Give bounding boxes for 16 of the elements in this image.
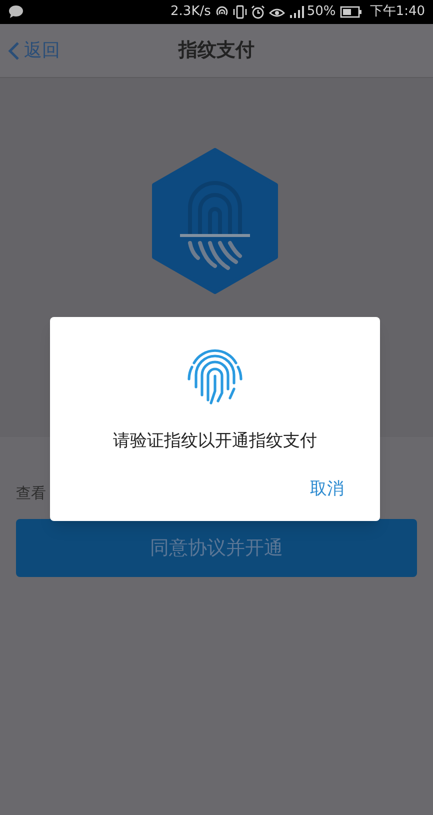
page-title: 指纹支付 (178, 38, 254, 64)
cancel-button[interactable]: 取消 (310, 476, 344, 502)
back-button[interactable]: 返回 (0, 37, 60, 64)
fingerprint-hexagon-icon (150, 148, 280, 294)
chat-icon (8, 5, 24, 19)
signal-icon (288, 5, 305, 19)
dialog-message: 请验证指纹以开通指纹支付 (113, 430, 317, 453)
agreement-text: 查看 (16, 483, 46, 503)
agree-enable-button[interactable]: 同意协议并开通 (16, 519, 417, 577)
vibrate-icon (232, 5, 247, 19)
chevron-left-icon (8, 40, 20, 60)
battery-percent: 50% (306, 3, 336, 22)
network-speed: 2.3K/s (170, 3, 211, 22)
clock-time: 下午1:40 (370, 3, 425, 22)
battery-icon (340, 6, 362, 18)
alarm-icon (250, 5, 265, 19)
